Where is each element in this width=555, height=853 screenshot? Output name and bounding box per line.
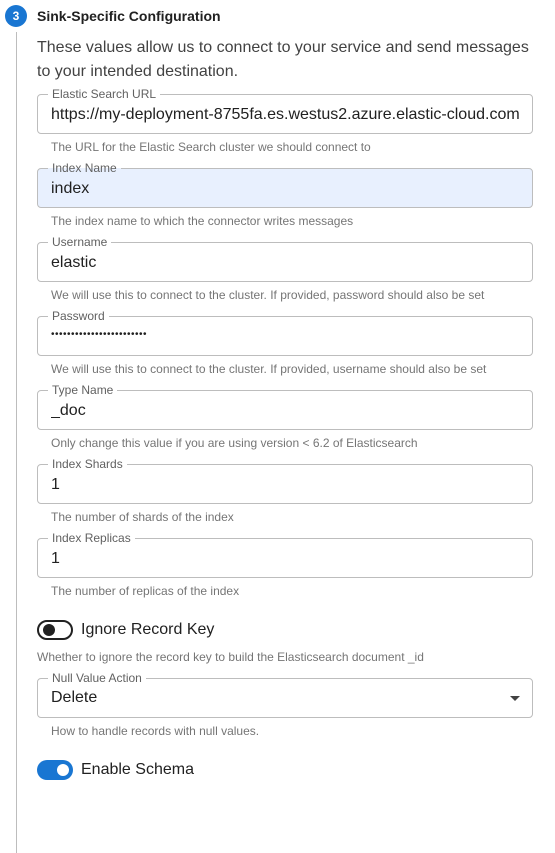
step-number-badge: 3 (5, 5, 27, 27)
index-name-input[interactable] (51, 179, 524, 199)
elastic-url-helper: The URL for the Elastic Search cluster w… (51, 140, 371, 154)
password-helper: We will use this to connect to the clust… (51, 362, 487, 376)
step-content: These values allow us to connect to your… (37, 36, 533, 782)
index-replicas-helper: The number of replicas of the index (51, 584, 240, 598)
type-name-helper: Only change this value if you are using … (51, 436, 418, 450)
ignore-record-key-toggle[interactable] (37, 620, 73, 640)
index-shards-field[interactable]: Index Shards (37, 457, 533, 504)
step-description: These values allow us to connect to your… (37, 39, 529, 80)
index-replicas-input[interactable] (51, 549, 524, 569)
password-label: Password (48, 309, 109, 323)
password-input[interactable]: •••••••••••••••••••••••• (51, 329, 524, 349)
toggle-knob (57, 764, 69, 776)
type-name-label: Type Name (48, 383, 118, 397)
username-field[interactable]: Username (37, 235, 533, 282)
index-shards-label: Index Shards (48, 457, 127, 471)
step-connector-line (16, 32, 17, 853)
dropdown-arrow-icon[interactable] (510, 696, 520, 701)
index-replicas-field[interactable]: Index Replicas (37, 531, 533, 578)
ignore-record-key-label: Ignore Record Key (81, 621, 215, 638)
elastic-url-field[interactable]: Elastic Search URL (37, 87, 533, 134)
type-name-field[interactable]: Type Name (37, 383, 533, 430)
null-value-action-select[interactable]: Null Value Action Delete (37, 671, 533, 718)
index-name-field[interactable]: Index Name (37, 161, 533, 208)
username-label: Username (48, 235, 112, 249)
ignore-record-key-helper: Whether to ignore the record key to buil… (37, 650, 424, 664)
step-title: Sink-Specific Configuration (37, 8, 221, 24)
ignore-record-key-row[interactable]: Ignore Record Key (37, 618, 533, 642)
enable-schema-label: Enable Schema (81, 761, 194, 778)
null-value-action-helper: How to handle records with null values. (51, 724, 260, 738)
index-name-label: Index Name (48, 161, 121, 175)
password-field[interactable]: Password •••••••••••••••••••••••• (37, 309, 533, 356)
username-helper: We will use this to connect to the clust… (51, 288, 485, 302)
index-shards-input[interactable] (51, 475, 524, 495)
null-value-action-label: Null Value Action (48, 671, 146, 685)
username-input[interactable] (51, 253, 524, 273)
elastic-url-label: Elastic Search URL (48, 87, 161, 101)
elastic-url-input[interactable] (51, 105, 524, 125)
index-shards-helper: The number of shards of the index (51, 510, 234, 524)
null-value-action-value[interactable]: Delete (51, 689, 524, 709)
toggle-knob (43, 624, 55, 636)
index-replicas-label: Index Replicas (48, 531, 135, 545)
step-header: 3 Sink-Specific Configuration (5, 4, 221, 28)
type-name-input[interactable] (51, 401, 524, 421)
enable-schema-toggle[interactable] (37, 760, 73, 780)
index-name-helper: The index name to which the connector wr… (51, 214, 354, 228)
enable-schema-row[interactable]: Enable Schema (37, 758, 533, 782)
